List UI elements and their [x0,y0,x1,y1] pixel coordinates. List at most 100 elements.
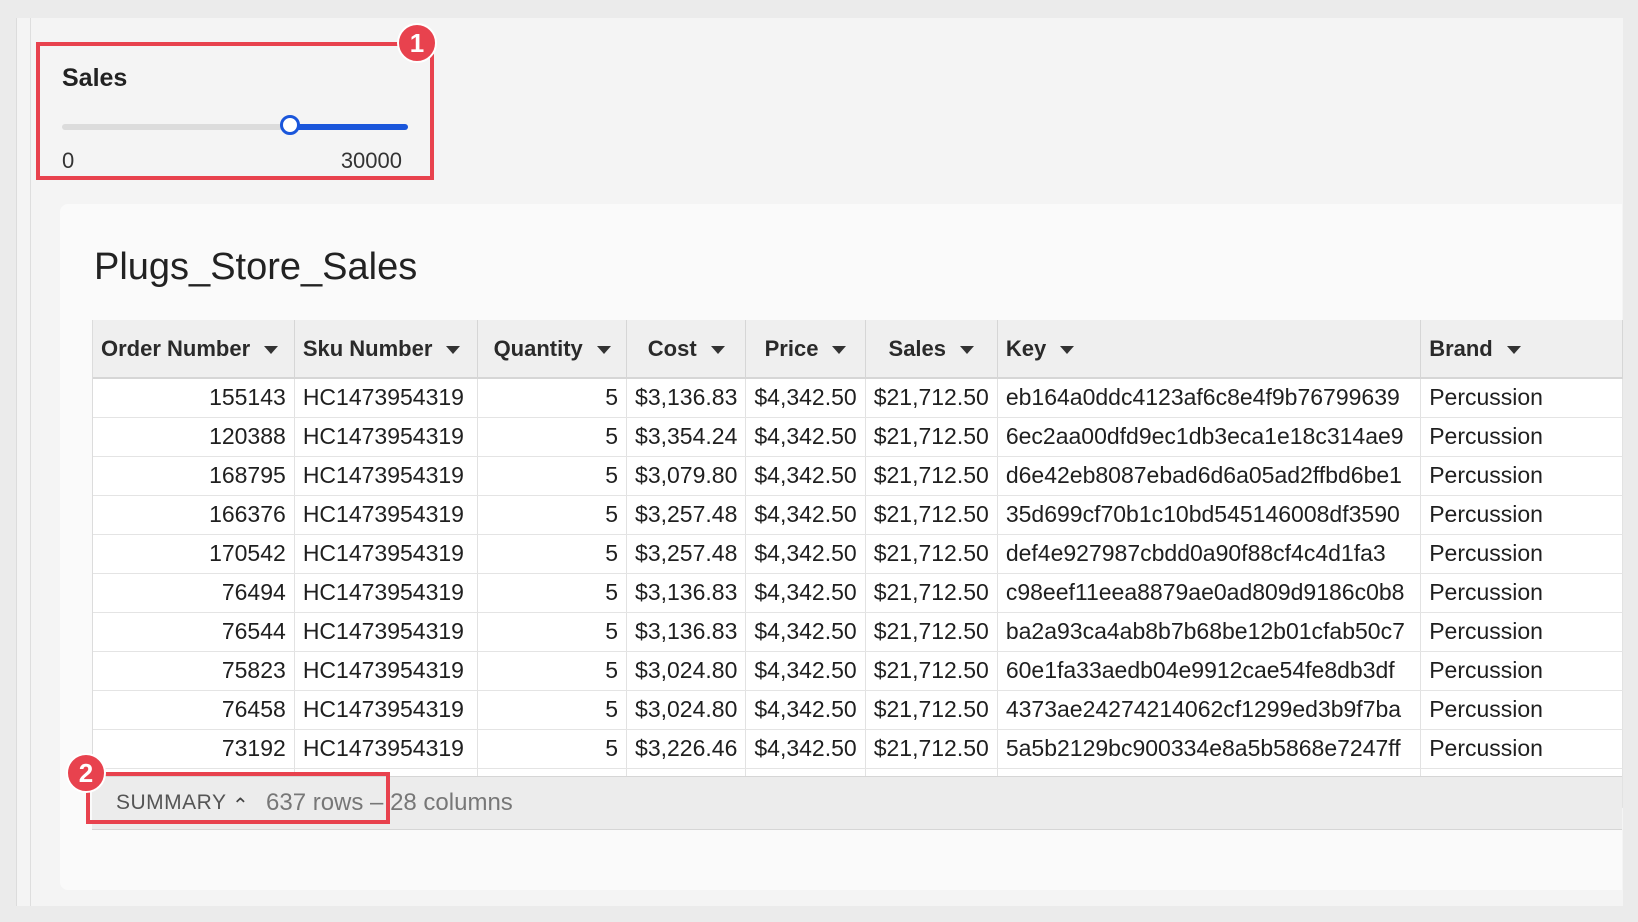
table-cell[interactable]: eb164a0ddc4123af6c8e4f9b76799639 [997,378,1422,418]
table-cell[interactable]: Percussion [1420,534,1623,574]
table-cell[interactable]: $4,342.50 [745,495,866,535]
table-cell[interactable]: Percussion [1420,573,1623,613]
sort-dropdown-icon[interactable] [960,345,975,354]
table-cell[interactable]: 60e1fa33aedb04e9912cae54fe8db3df [997,651,1422,691]
table-cell[interactable]: Percussion [1420,417,1623,457]
sort-dropdown-icon[interactable] [1060,345,1075,354]
table-cell[interactable]: 76458 [93,690,295,730]
table-cell[interactable]: HC1473954319 [294,729,479,769]
table-cell[interactable]: 5 [477,456,628,496]
table-cell[interactable]: $21,712.50 [865,573,998,613]
table-cell[interactable]: $4,342.50 [745,612,866,652]
table-cell[interactable]: $4,342.50 [745,690,866,730]
table-row[interactable]: 166376 HC1473954319 5 $3,257.48 $4,342.50 $21… [93,495,1623,535]
table-cell[interactable]: $4,342.50 [745,573,866,613]
table-cell[interactable]: $3,136.83 [626,612,747,652]
sort-dropdown-icon[interactable] [446,345,461,354]
table-cell[interactable]: Percussion [1420,378,1623,418]
slider-thumb[interactable] [280,115,301,135]
table-cell[interactable]: $3,257.48 [626,495,747,535]
table-cell[interactable]: $21,712.50 [865,378,998,418]
table-row[interactable]: 170542 HC1473954319 5 $3,257.48 $4,342.50 $21… [93,534,1623,574]
table-cell[interactable]: 73192 [93,729,295,769]
table-cell[interactable]: $3,024.80 [626,690,747,730]
table-cell[interactable]: 76544 [93,612,295,652]
table-cell[interactable]: $4,342.50 [745,534,866,574]
table-cell[interactable]: 168795 [93,456,295,496]
table-cell[interactable]: $21,712.50 [865,417,998,457]
table-cell[interactable]: $4,342.50 [745,651,866,691]
table-cell[interactable]: $21,712.50 [865,456,998,496]
table-cell[interactable]: 75823 [93,651,295,691]
table-cell[interactable]: $21,712.50 [865,729,998,769]
table-cell[interactable]: 155143 [93,378,295,418]
column-header[interactable]: Cost [626,320,747,379]
table-cell[interactable]: Percussion [1420,495,1623,535]
sort-dropdown-icon[interactable] [1506,345,1521,354]
table-cell[interactable]: ba2a93ca4ab8b7b68be12b01cfab50c7 [997,612,1422,652]
table-cell[interactable]: Percussion [1420,612,1623,652]
table-cell[interactable]: 5 [477,534,628,574]
table-cell[interactable]: d6e42eb8087ebad6d6a05ad2ffbd6be1 [997,456,1422,496]
sort-dropdown-icon[interactable] [264,345,279,354]
table-cell[interactable]: 76494 [93,573,295,613]
table-cell[interactable]: HC1473954319 [294,612,479,652]
table-cell[interactable]: $3,226.46 [626,729,747,769]
table-cell[interactable]: $4,342.50 [745,417,866,457]
column-header[interactable]: Sales [865,320,998,379]
table-cell[interactable]: def4e927987cbdd0a90f88cf4c4d1fa3 [997,534,1422,574]
table-cell[interactable]: $21,712.50 [865,690,998,730]
table-cell[interactable]: HC1473954319 [294,534,479,574]
table-cell[interactable]: 120388 [93,417,295,457]
table-cell[interactable]: 4373ae24274214062cf1299ed3b9f7ba [997,690,1422,730]
table-cell[interactable]: $3,024.80 [626,651,747,691]
table-row[interactable]: 155143 HC1473954319 5 $3,136.83 $4,342.50 $21… [93,378,1623,418]
table-cell[interactable]: $3,136.83 [626,378,747,418]
table-cell[interactable]: 6ec2aa00dfd9ec1db3eca1e18c314ae9 [997,417,1422,457]
table-cell[interactable]: 5 [477,417,628,457]
table-cell[interactable]: HC1473954319 [294,417,479,457]
table-cell[interactable]: $3,257.48 [626,534,747,574]
table-cell[interactable]: $21,712.50 [865,495,998,535]
table-row[interactable]: 168795 HC1473954319 5 $3,079.80 $4,342.50 $21… [93,456,1623,496]
table-row[interactable]: 120388 HC1473954319 5 $3,354.24 $4,342.50 $21… [93,417,1623,457]
sort-dropdown-icon[interactable] [832,345,847,354]
column-header[interactable]: Quantity [477,320,628,379]
column-header[interactable]: Price [745,320,866,379]
sort-dropdown-icon[interactable] [710,345,725,354]
table-cell[interactable]: Percussion [1420,456,1623,496]
table-row[interactable]: 76458 HC1473954319 5 $3,024.80 $4,342.50 $21,… [93,690,1623,730]
column-header[interactable]: Key [997,320,1422,379]
table-cell[interactable]: Percussion [1420,729,1623,769]
table-cell[interactable]: 166376 [93,495,295,535]
table-row[interactable]: 73192 HC1473954319 5 $3,226.46 $4,342.50 $21,… [93,729,1623,769]
table-cell[interactable]: HC1473954319 [294,378,479,418]
table-cell[interactable]: 5 [477,651,628,691]
table-row[interactable]: 75823 HC1473954319 5 $3,024.80 $4,342.50 $21,… [93,651,1623,691]
table-cell[interactable]: 170542 [93,534,295,574]
table-cell[interactable]: 5 [477,612,628,652]
table-cell[interactable]: HC1473954319 [294,690,479,730]
table-cell[interactable]: $4,342.50 [745,729,866,769]
table-cell[interactable]: $21,712.50 [865,612,998,652]
table-cell[interactable]: HC1473954319 [294,573,479,613]
table-cell[interactable]: $3,354.24 [626,417,747,457]
table-cell[interactable]: $3,136.83 [626,573,747,613]
sort-dropdown-icon[interactable] [596,345,611,354]
table-cell[interactable]: $4,342.50 [745,378,866,418]
table-cell[interactable]: 5 [477,729,628,769]
table-cell[interactable]: Percussion [1420,651,1623,691]
table-cell[interactable]: $21,712.50 [865,534,998,574]
table-cell[interactable]: HC1473954319 [294,495,479,535]
table-cell[interactable]: c98eef11eea8879ae0ad809d9186c0b8 [997,573,1422,613]
table-cell[interactable]: 5 [477,690,628,730]
table-cell[interactable]: $21,712.50 [865,651,998,691]
table-row[interactable]: 76544 HC1473954319 5 $3,136.83 $4,342.50 $21,… [93,612,1623,652]
table-cell[interactable]: HC1473954319 [294,456,479,496]
table-cell[interactable]: 5 [477,495,628,535]
table-cell[interactable]: Percussion [1420,690,1623,730]
table-cell[interactable]: 5 [477,573,628,613]
table-cell[interactable]: 5a5b2129bc900334e8a5b5868e7247ff [997,729,1422,769]
table-cell[interactable]: $4,342.50 [745,456,866,496]
table-row[interactable]: 76494 HC1473954319 5 $3,136.83 $4,342.50 $21,… [93,573,1623,613]
